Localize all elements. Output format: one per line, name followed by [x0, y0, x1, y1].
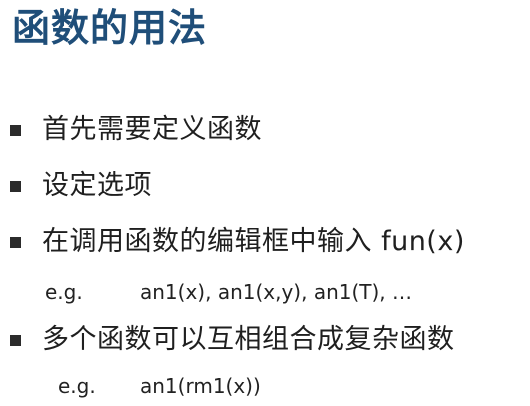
bullet-text: 首先需要定义函数 — [42, 114, 262, 145]
bullet-item: 首先需要定义函数 — [10, 114, 262, 146]
bullet-list: 首先需要定义函数 设定选项 在调用函数的编辑框中输入 fun(x) e.g. a… — [0, 0, 530, 406]
example-line: e.g. an1(x), an1(x,y), an1(T), … — [45, 280, 412, 304]
example-label: e.g. — [58, 374, 96, 398]
square-bullet-icon — [10, 236, 21, 248]
bullet-item: 多个函数可以互相组合成复杂函数 — [10, 324, 455, 356]
square-bullet-icon — [10, 334, 21, 346]
bullet-text: 设定选项 — [42, 170, 152, 201]
bullet-item: 设定选项 — [10, 170, 152, 202]
bullet-text: 多个函数可以互相组合成复杂函数 — [42, 324, 455, 355]
square-bullet-icon — [10, 180, 21, 192]
example-label: e.g. — [45, 280, 83, 304]
slide: 函数的用法 首先需要定义函数 设定选项 在调用函数的编辑框中输入 fun(x) … — [0, 0, 530, 406]
example-value: an1(rm1(x)) — [140, 374, 261, 398]
bullet-item: 在调用函数的编辑框中输入 fun(x) — [10, 226, 465, 258]
square-bullet-icon — [10, 124, 21, 136]
example-value: an1(x), an1(x,y), an1(T), … — [140, 280, 413, 304]
example-line: e.g. an1(rm1(x)) — [58, 374, 261, 398]
bullet-text: 在调用函数的编辑框中输入 fun(x) — [42, 226, 465, 257]
